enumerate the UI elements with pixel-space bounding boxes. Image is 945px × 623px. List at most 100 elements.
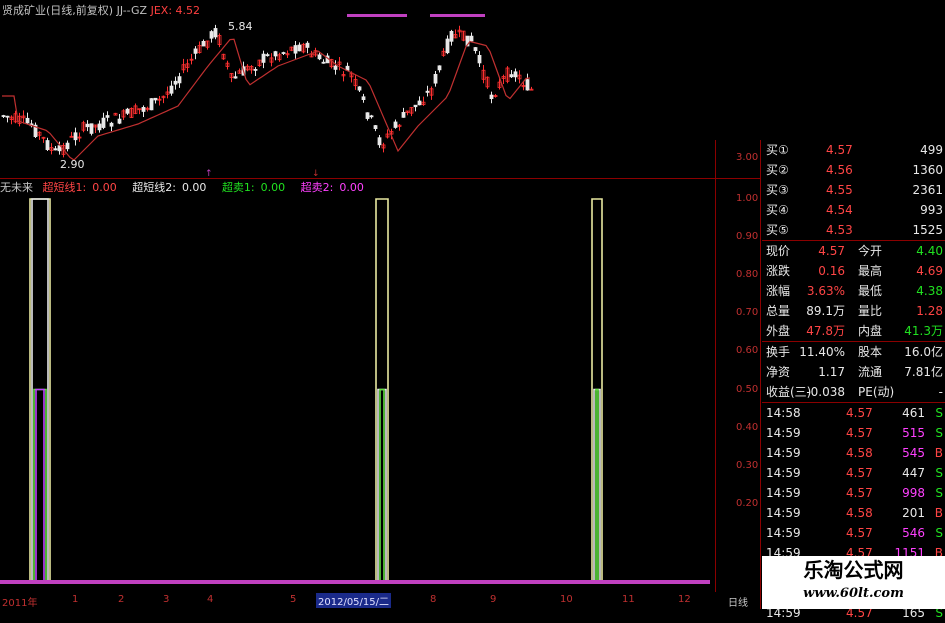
high-price-label: 5.84 xyxy=(228,20,253,33)
low-price-label: 2.90 xyxy=(60,158,85,171)
candle-body xyxy=(317,54,322,60)
candle-body xyxy=(469,35,474,42)
stat-label: 现价 xyxy=(766,244,791,258)
tick-volume: 998 xyxy=(902,486,925,500)
divider xyxy=(760,140,761,609)
bid-row: 买③ 4.55 2361 xyxy=(762,180,945,200)
x-label: 5 xyxy=(290,594,297,605)
stat-label: PE(动) xyxy=(858,385,895,399)
divider xyxy=(715,140,716,592)
tick-side: S xyxy=(935,526,943,540)
candle-body xyxy=(125,108,130,114)
tick-time: 14:59 xyxy=(766,526,801,540)
tick-row: 14:58 4.57 461 S xyxy=(762,403,945,423)
stat-value: 41.3万 xyxy=(904,324,943,338)
x-axis: 2011年 1 2 3 4 5 2012/05/15/二 8 9 10 11 1… xyxy=(0,592,760,609)
candle-body xyxy=(153,97,158,101)
tick-side: B xyxy=(934,506,943,520)
y-tick-label: 0.70 xyxy=(736,307,759,319)
bid-price: 4.55 xyxy=(826,183,853,197)
indicator-name[interactable]: 无未来 xyxy=(0,181,33,194)
candle-body xyxy=(169,85,174,94)
x-label: 1 xyxy=(72,594,79,605)
tick-row: 14:59 4.57 447 S xyxy=(762,463,945,483)
stat-label: 收益(三) xyxy=(766,385,812,399)
tick-volume: 201 xyxy=(902,506,925,520)
tick-side: S xyxy=(935,406,943,420)
tick-time: 14:59 xyxy=(766,426,801,440)
y-tick-label: 0.20 xyxy=(736,497,759,509)
candle-body xyxy=(445,38,450,54)
tick-side: S xyxy=(935,486,943,500)
candle-body xyxy=(377,137,382,146)
tick-price: 4.57 xyxy=(846,426,873,440)
stat-value: 47.8万 xyxy=(806,324,845,338)
bid-name: 买③ xyxy=(766,183,789,197)
stat-row: 现价 4.57 今开 4.40 xyxy=(762,241,945,261)
candle-body xyxy=(357,86,362,91)
candle-body xyxy=(173,80,178,85)
y-tick-label: 0.60 xyxy=(736,345,759,357)
price-chart[interactable]: 5.84 2.90 ↑ ↓ xyxy=(0,0,715,180)
tick-time: 14:59 xyxy=(766,446,801,460)
tick-price: 4.58 xyxy=(846,506,873,520)
baseline-bar xyxy=(0,580,710,584)
x-label: 3 xyxy=(163,594,170,605)
candle-body xyxy=(5,115,10,118)
stat-row: 涨跌 0.16 最高 4.69 xyxy=(762,261,945,281)
candle-body xyxy=(193,48,198,54)
y-tick-label: 0.90 xyxy=(736,231,759,243)
stat-label: 总量 xyxy=(766,304,791,318)
candle-body xyxy=(149,98,154,111)
bid-price: 4.56 xyxy=(826,163,853,177)
tick-volume: 447 xyxy=(902,466,925,480)
tick-volume: 545 xyxy=(902,446,925,460)
tick-time: 14:58 xyxy=(766,406,801,420)
indicator-chart[interactable] xyxy=(0,195,715,592)
top-markers xyxy=(347,14,485,17)
stat-value: 4.57 xyxy=(818,244,845,258)
price-axis-label: 3.00 xyxy=(736,152,759,163)
candle-body xyxy=(305,42,310,48)
tick-price: 4.58 xyxy=(846,446,873,460)
tick-volume: 546 xyxy=(902,526,925,540)
y-tick-label: 1.00 xyxy=(736,193,759,204)
tick-time: 14:59 xyxy=(766,506,801,520)
indicator-header: 无未来 超短线1: 0.00 超短线2: 0.00 超卖1: 0.00 超卖2: 0.0… xyxy=(0,179,715,195)
y-tick-label: 0.30 xyxy=(736,459,759,471)
candle-body xyxy=(89,123,94,134)
watermark-url: www.60lt.com xyxy=(803,586,904,601)
stat-label: 涨幅 xyxy=(766,284,791,298)
period-label[interactable]: 日线 xyxy=(728,594,748,609)
bid-row: 买⑤ 4.53 1525 xyxy=(762,220,945,240)
y-tick-label: 0.80 xyxy=(736,269,759,281)
bid-row: 买① 4.57 499 xyxy=(762,140,945,160)
y-tick-label: 0.50 xyxy=(736,383,759,395)
x-label: 2 xyxy=(118,594,125,605)
tick-volume: 515 xyxy=(902,426,925,440)
indicator-item-3: 超卖1: 0.00 xyxy=(221,181,286,194)
stat-value: 4.38 xyxy=(916,284,943,298)
tick-row: 14:59 4.58 545 B xyxy=(762,443,945,463)
stat-value: 7.81亿 xyxy=(904,365,943,379)
candle-body xyxy=(393,121,398,128)
candle-body xyxy=(101,117,106,128)
stat-label: 最高 xyxy=(858,264,883,278)
indicator-item-1: 超短线1: 0.00 xyxy=(42,181,117,194)
candle-body xyxy=(293,45,298,54)
tick-price: 4.57 xyxy=(846,486,873,500)
tick-row: 14:59 4.57 515 S xyxy=(762,423,945,443)
candle-body xyxy=(213,28,218,38)
stat-label: 净资 xyxy=(766,365,791,379)
candle-body xyxy=(449,30,454,42)
tick-price: 4.57 xyxy=(846,526,873,540)
candle-body xyxy=(25,117,30,124)
stat-row: 换手 11.40% 股本 16.0亿 xyxy=(762,342,945,362)
x-label: 2011年 xyxy=(2,598,38,609)
candle-body xyxy=(1,115,6,117)
bid-volume: 1360 xyxy=(912,163,943,177)
candle-body xyxy=(73,132,78,141)
stat-label: 量比 xyxy=(858,304,883,318)
stat-value: 11.40% xyxy=(799,345,845,359)
x-label: 10 xyxy=(560,594,573,605)
